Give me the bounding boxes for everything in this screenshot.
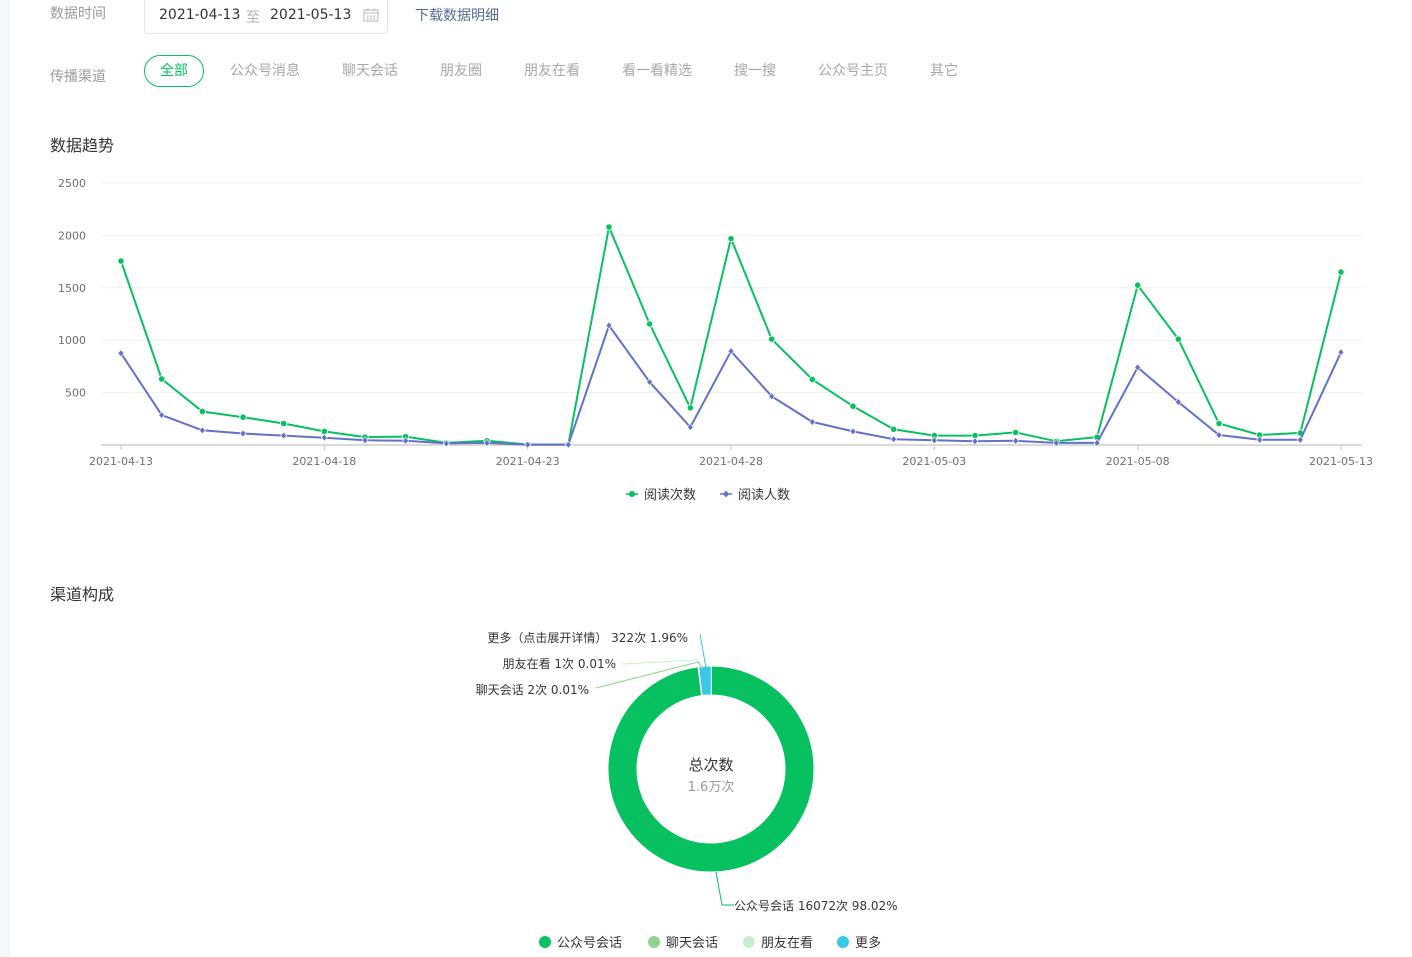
legend-label-readers: 阅读人数	[738, 488, 790, 503]
legend-liaotian[interactable]: 聊天会话	[666, 936, 718, 951]
donut-legend: 公众号会话 聊天会话 朋友在看 更多	[539, 935, 881, 951]
y-tick-label: 2000	[58, 229, 86, 242]
tab-chat[interactable]: 聊天会话	[342, 55, 398, 87]
end-date[interactable]: 2021-05-13	[270, 7, 351, 23]
data-point-reads	[727, 234, 735, 243]
legend-more[interactable]: 更多	[855, 935, 881, 951]
data-point-reads	[890, 425, 898, 433]
x-tick-label: 2021-05-03	[902, 455, 966, 468]
data-point-readers	[198, 426, 206, 435]
y-tick-label: 1000	[58, 334, 86, 347]
calendar-icon[interactable]	[363, 8, 379, 26]
data-point-readers	[971, 437, 979, 446]
data-point-reads	[1012, 428, 1020, 437]
legend-pengyou[interactable]: 朋友在看	[761, 935, 813, 951]
channel-donut-chart: 总次数 1.6万次 更多（点击展开详情） 322次 1.96% 朋友在看 1次 …	[476, 630, 898, 951]
label-pengyou: 朋友在看 1次 0.01%	[503, 657, 616, 671]
legend-marker-readers	[723, 490, 729, 498]
data-point-reads	[1134, 281, 1142, 289]
channel-label: 传播渠道	[50, 69, 106, 85]
data-point-reads	[117, 257, 125, 265]
label-gongzhonghao: 公众号会话 16072次 98.02%	[734, 899, 898, 913]
series-line-reads	[120, 223, 1342, 446]
date-range-picker[interactable]: 2021-04-13 至 2021-05-13	[144, 0, 388, 34]
data-point-reads	[768, 335, 776, 343]
data-point-reads	[1174, 335, 1182, 343]
legend-dot-liaotian[interactable]	[648, 936, 660, 948]
legend-dot-gongzhonghao[interactable]	[539, 936, 551, 948]
legend-dot-more[interactable]	[837, 936, 849, 948]
data-point-readers	[239, 429, 247, 438]
legend-label-reads: 阅读次数	[644, 487, 696, 503]
legend-dot-pengyou[interactable]	[743, 936, 755, 948]
data-point-reads	[198, 407, 206, 416]
data-point-reads	[686, 404, 694, 412]
data-point-readers	[1012, 436, 1020, 445]
data-point-reads	[646, 320, 654, 328]
y-tick-label: 2500	[58, 177, 86, 190]
data-point-readers	[890, 435, 898, 444]
trend-line-chart: 500 1000 1500 2000 2500 2021-04-13 2021-04-18 2…	[58, 177, 1373, 503]
label-line-more	[699, 633, 707, 669]
data-point-reads	[1215, 419, 1223, 428]
tab-other[interactable]: 其它	[930, 55, 958, 87]
x-tick-label: 2021-04-13	[89, 455, 153, 468]
data-point-reads	[239, 413, 247, 421]
data-point-reads	[605, 223, 613, 231]
download-details-link[interactable]: 下载数据明细	[415, 5, 499, 25]
tab-official-message[interactable]: 公众号消息	[230, 55, 300, 87]
data-point-reads	[320, 427, 328, 435]
data-point-reads	[280, 419, 288, 428]
data-point-readers	[280, 431, 288, 440]
tab-friends-watching[interactable]: 朋友在看	[524, 55, 580, 87]
legend-marker-reads	[629, 491, 635, 497]
tab-top-stories[interactable]: 看一看精选	[622, 55, 692, 87]
data-point-reads	[158, 375, 166, 383]
data-point-reads	[1337, 268, 1345, 276]
x-tick-label: 2021-05-13	[1309, 455, 1373, 468]
range-separator: 至	[246, 10, 260, 26]
data-point-reads	[808, 375, 816, 384]
y-tick-label: 500	[65, 387, 86, 400]
data-point-readers	[849, 427, 857, 436]
x-tick-label: 2021-04-23	[496, 455, 560, 468]
tab-search[interactable]: 搜一搜	[734, 55, 776, 87]
start-date[interactable]: 2021-04-13	[159, 7, 240, 23]
date-label: 数据时间	[50, 6, 106, 22]
y-tick-label: 1500	[58, 282, 86, 295]
trend-title: 数据趋势	[50, 136, 115, 155]
x-tick-label: 2021-05-08	[1106, 455, 1170, 468]
x-tick-label: 2021-04-28	[699, 455, 763, 468]
data-point-reads	[849, 402, 857, 410]
data-point-readers	[320, 433, 328, 442]
tab-all[interactable]: 全部	[144, 55, 204, 87]
label-more[interactable]: 更多（点击展开详情） 322次 1.96%	[487, 630, 688, 645]
donut-center-title: 总次数	[688, 756, 733, 774]
tab-official-homepage[interactable]: 公众号主页	[818, 55, 888, 87]
x-tick-label: 2021-04-18	[292, 455, 356, 468]
donut-center-value: 1.6万次	[688, 779, 735, 795]
legend-gongzhonghao[interactable]: 公众号会话	[557, 936, 622, 951]
label-line-gongzhonghao	[715, 871, 734, 906]
label-liaotian: 聊天会话 2次 0.01%	[476, 683, 589, 697]
composition-title: 渠道构成	[50, 585, 115, 604]
tab-moments[interactable]: 朋友圈	[440, 55, 482, 87]
